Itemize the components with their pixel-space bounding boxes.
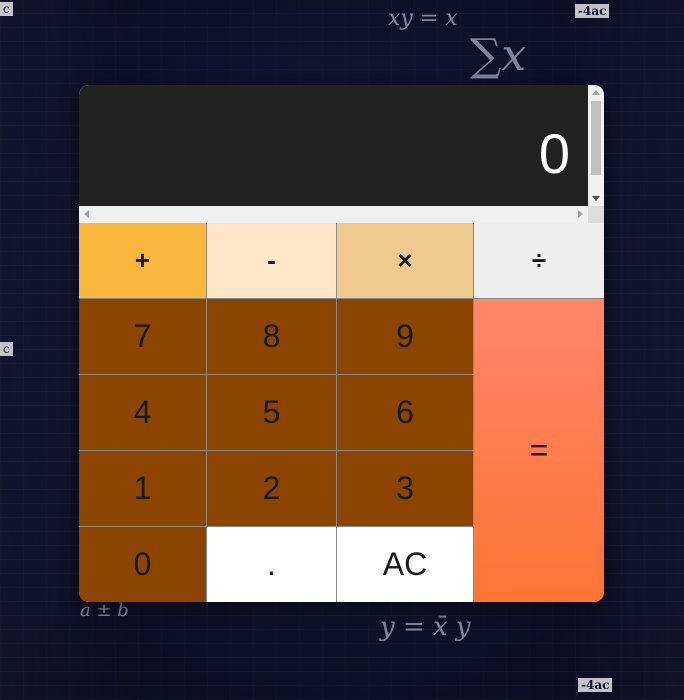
vertical-scroll-thumb[interactable] <box>591 101 601 175</box>
digit-7-button[interactable]: 7 <box>79 299 207 375</box>
digit-0-button[interactable]: 0 <box>79 527 207 602</box>
digit-5-button[interactable]: 5 <box>207 375 337 451</box>
background-formula: -4ac <box>575 4 610 18</box>
display-area: 0 <box>79 85 604 223</box>
plus-button[interactable]: + <box>79 223 207 299</box>
scrollbar-corner <box>588 206 604 223</box>
multiply-button[interactable]: × <box>337 223 474 299</box>
equals-button[interactable]: = <box>474 299 604 602</box>
background-formula: ∑x <box>470 30 527 81</box>
minus-button[interactable]: - <box>207 223 337 299</box>
horizontal-scrollbar[interactable] <box>79 206 588 223</box>
background-formula: c <box>0 342 13 356</box>
background-formula: y = x̄ y <box>380 612 471 642</box>
digit-4-button[interactable]: 4 <box>79 375 207 451</box>
background-formula: c <box>0 2 13 16</box>
scroll-down-arrow-icon[interactable] <box>592 196 600 201</box>
scroll-up-arrow-icon[interactable] <box>592 90 600 95</box>
vertical-scrollbar[interactable] <box>588 85 604 206</box>
digit-2-button[interactable]: 2 <box>207 451 337 527</box>
all-clear-button[interactable]: AC <box>337 527 474 602</box>
decimal-point-button[interactable]: . <box>207 527 337 602</box>
digit-8-button[interactable]: 8 <box>207 299 337 375</box>
calculator-display[interactable]: 0 <box>79 85 588 206</box>
digit-9-button[interactable]: 9 <box>337 299 474 375</box>
keypad: + - × ÷ 7 8 9 = 4 5 6 1 2 3 0 . AC <box>79 223 604 602</box>
digit-6-button[interactable]: 6 <box>337 375 474 451</box>
scroll-left-arrow-icon[interactable] <box>84 210 89 218</box>
digit-3-button[interactable]: 3 <box>337 451 474 527</box>
divide-button[interactable]: ÷ <box>474 223 604 299</box>
calculator: 0 + - × ÷ 7 8 9 = 4 5 6 1 2 3 0 . AC <box>79 85 604 602</box>
background-formula: a ± b <box>80 600 129 621</box>
background-formula: xy = x <box>388 6 458 31</box>
background-formula: -4ac <box>578 678 613 692</box>
scroll-right-arrow-icon[interactable] <box>578 210 583 218</box>
digit-1-button[interactable]: 1 <box>79 451 207 527</box>
